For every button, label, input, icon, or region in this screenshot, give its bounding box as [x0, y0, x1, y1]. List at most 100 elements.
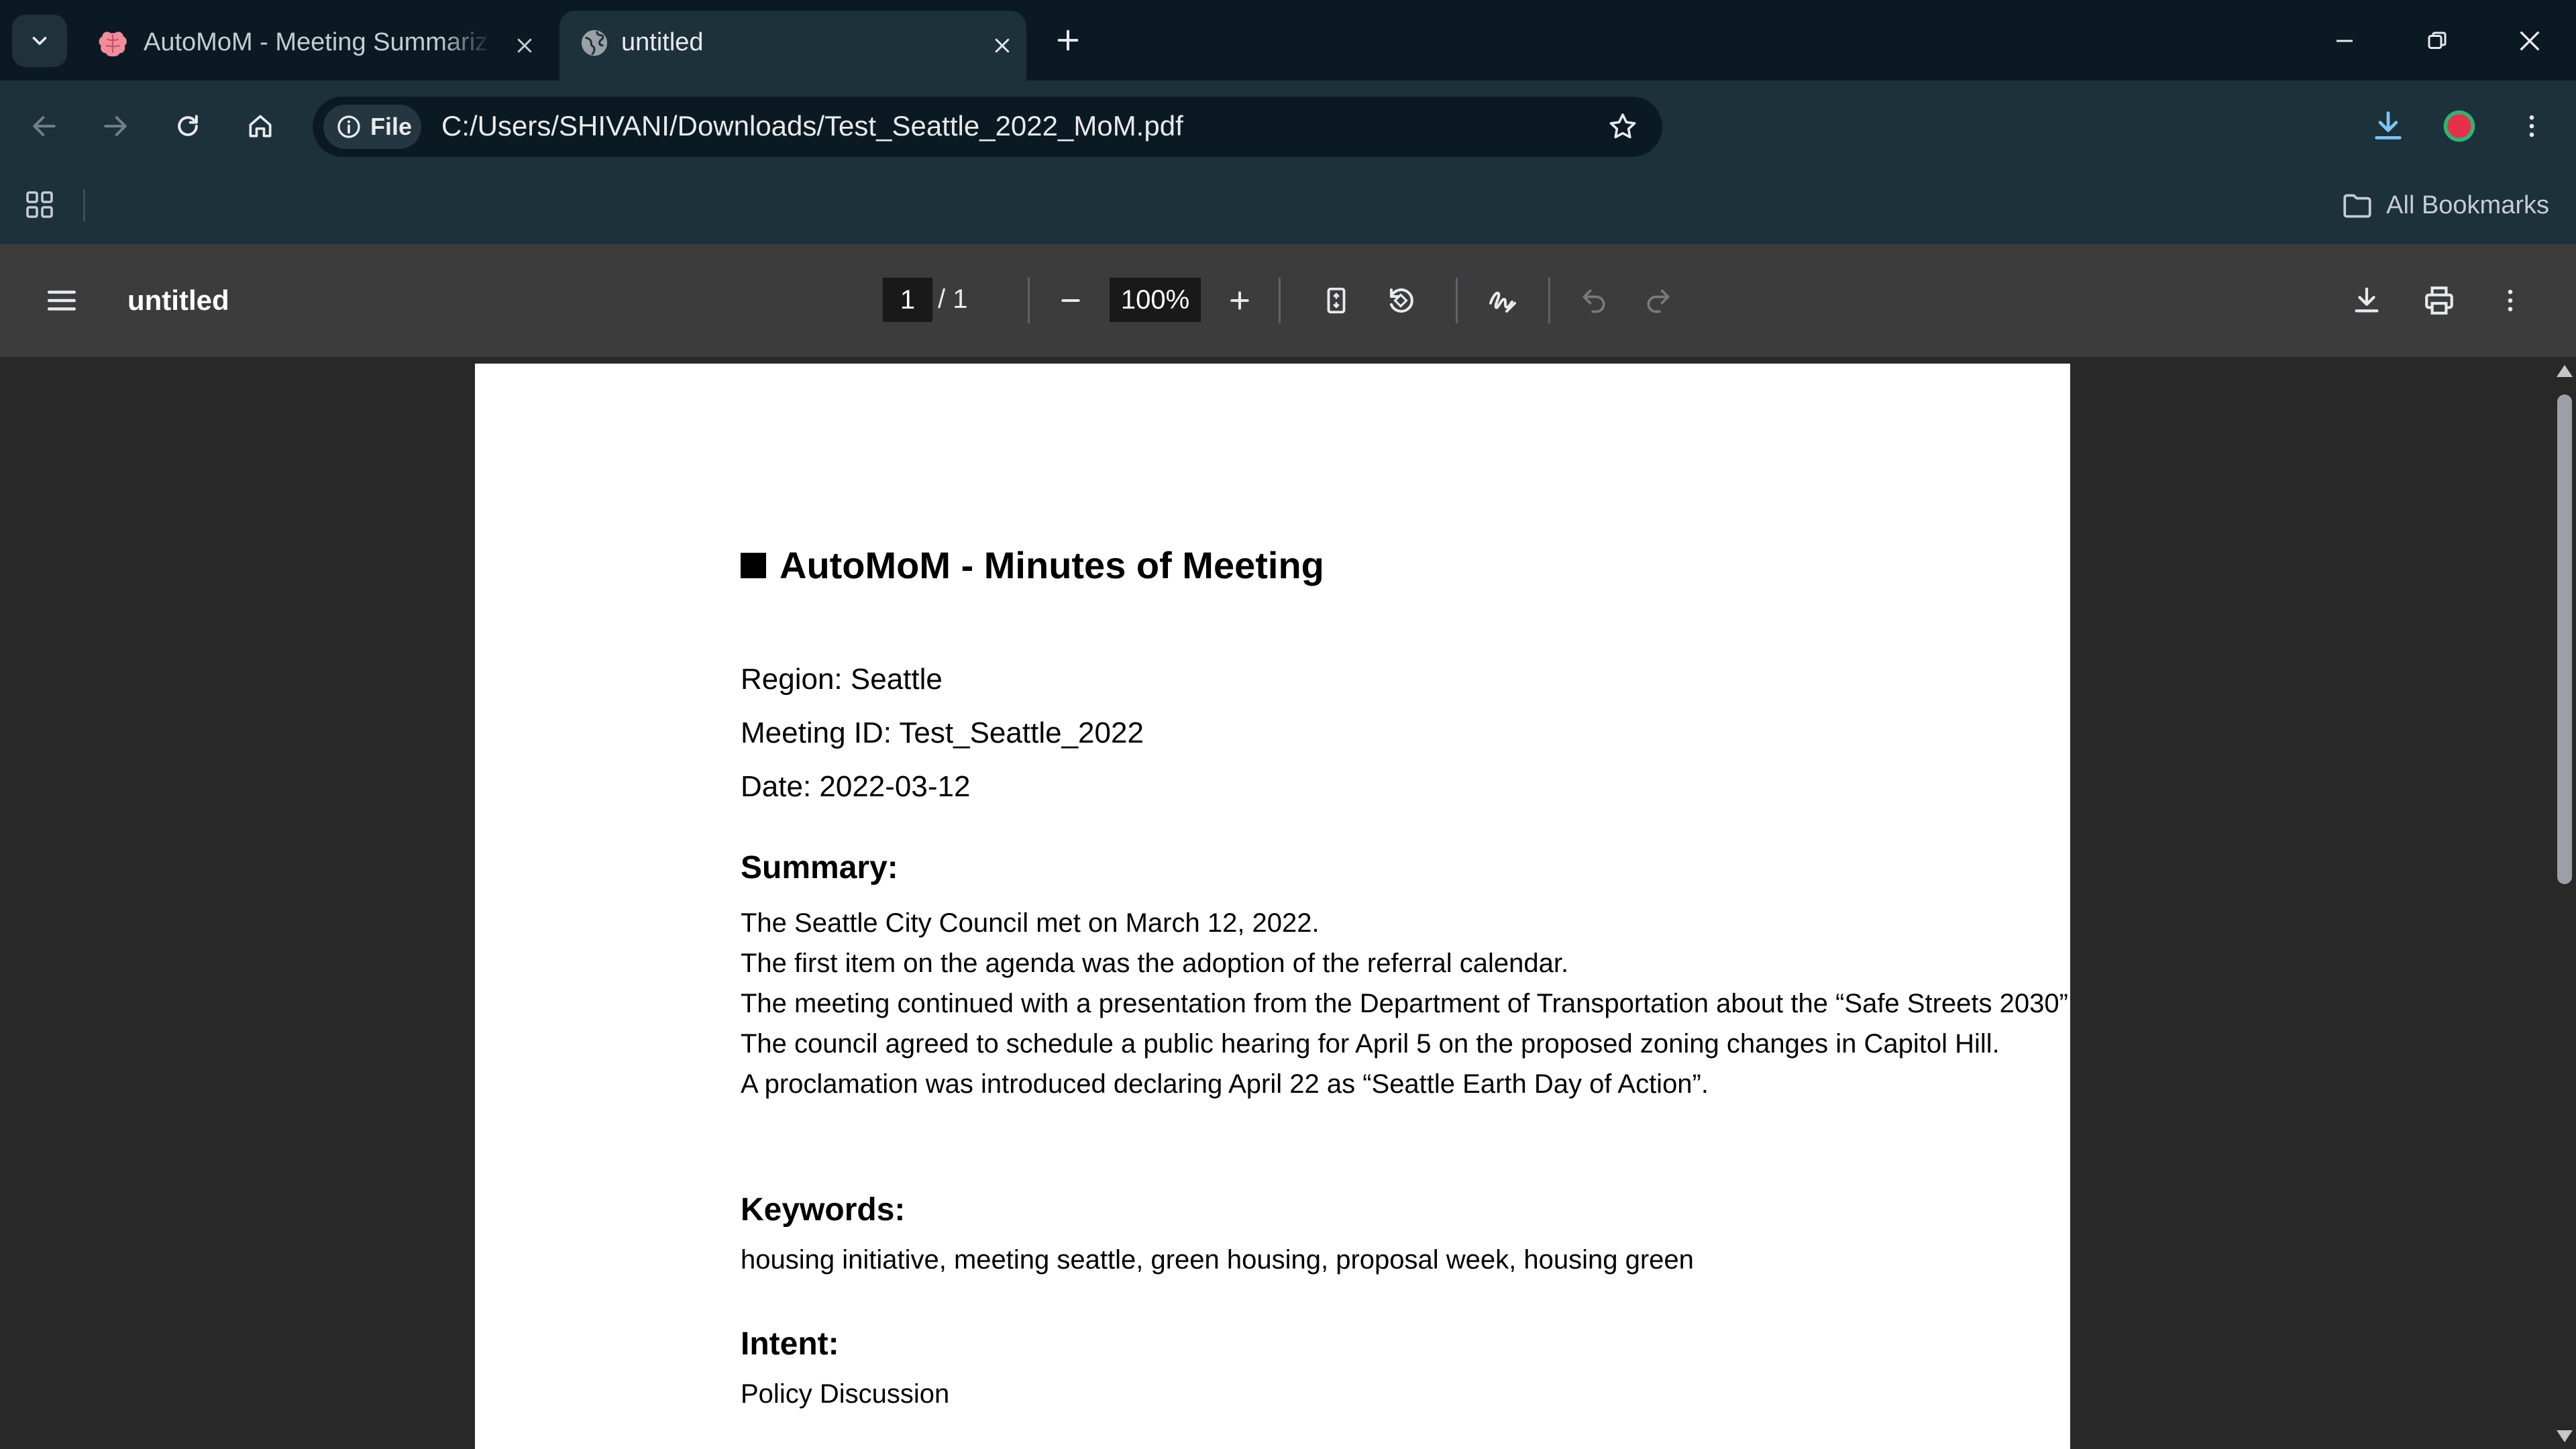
apps-button[interactable] — [20, 185, 59, 224]
tab-search-button[interactable] — [12, 15, 67, 67]
download-icon — [2355, 287, 2379, 313]
intent-text: Policy Discussion — [741, 1379, 950, 1409]
toolbar-divider — [1548, 278, 1550, 323]
forward-button[interactable] — [90, 101, 141, 152]
page-total: / 1 — [938, 284, 968, 314]
minimize-button[interactable] — [2314, 15, 2375, 67]
close-icon — [517, 38, 532, 53]
undo-button[interactable] — [1571, 278, 1617, 323]
all-bookmarks-label: All Bookmarks — [2386, 191, 2549, 219]
plus-icon — [1057, 30, 1079, 51]
zoom-in-button[interactable] — [1217, 278, 1263, 323]
tab-untitled[interactable]: untitled — [559, 11, 1026, 80]
tab-close-button[interactable] — [510, 31, 539, 60]
folder-icon — [2343, 194, 2371, 218]
summary-line: The first item on the agenda was the ado… — [741, 949, 1569, 978]
chevron-down-icon — [32, 36, 47, 46]
meeting-id-line: Meeting ID: Test_Seattle_2022 — [741, 716, 1144, 749]
rotate-button[interactable] — [1378, 278, 1424, 323]
tab-strip: AutoMoM - Meeting Summariz untitled — [0, 0, 2576, 80]
pdf-toolbar: untitled 1 / 1 100% — [0, 244, 2576, 357]
summary-line: The council agreed to schedule a public … — [741, 1029, 2000, 1059]
square-bullet-icon — [741, 552, 766, 578]
pdf-more-button[interactable] — [2487, 278, 2533, 323]
zoom-out-button[interactable] — [1048, 278, 1093, 323]
bookmark-star-button[interactable] — [1603, 107, 1642, 146]
close-window-button[interactable] — [2500, 15, 2560, 67]
toolbar-divider — [1456, 278, 1458, 323]
toolbar-divider — [1028, 278, 1030, 323]
site-info-chip[interactable]: File — [323, 105, 421, 149]
undo-icon — [1582, 289, 1605, 313]
close-icon — [2520, 31, 2540, 51]
summary-heading: Summary: — [741, 850, 898, 885]
minus-icon — [1061, 299, 1080, 302]
profile-avatar-icon — [2443, 110, 2475, 142]
brain-icon — [95, 25, 130, 60]
back-button[interactable] — [19, 101, 70, 152]
summary-line: The Seattle City Council met on March 12… — [741, 908, 1320, 938]
annotate-button[interactable] — [1480, 278, 1525, 323]
downloads-button[interactable] — [2363, 101, 2414, 152]
all-bookmarks-button[interactable]: All Bookmarks — [2341, 185, 2549, 225]
menu-icon — [47, 290, 76, 311]
summary-line: The meeting continued with a presentatio… — [741, 989, 2068, 1018]
new-tab-button[interactable] — [1048, 20, 1088, 60]
info-icon — [337, 115, 360, 138]
home-icon — [249, 115, 272, 138]
minimize-icon — [2337, 40, 2353, 42]
zoom-level-input[interactable]: 100% — [1110, 278, 1201, 322]
pdf-page: AutoMoM - Minutes of Meeting Region: Sea… — [475, 364, 2070, 1449]
keywords-text: housing initiative, meeting seattle, gre… — [741, 1245, 1694, 1275]
home-button[interactable] — [235, 101, 286, 152]
apps-grid-icon — [26, 191, 53, 218]
reload-button[interactable] — [162, 101, 213, 152]
redo-button[interactable] — [1635, 278, 1681, 323]
arrow-right-icon — [104, 116, 127, 136]
region-line: Region: Seattle — [741, 663, 943, 696]
pdf-download-button[interactable] — [2344, 278, 2390, 323]
scroll-down-arrow-icon[interactable] — [2557, 1430, 2573, 1442]
bookmarks-divider — [83, 189, 85, 221]
globe-icon — [577, 25, 612, 60]
download-icon — [2375, 111, 2402, 140]
restore-icon — [2428, 32, 2447, 49]
bookmarks-bar: All Bookmarks — [0, 172, 2576, 244]
reload-icon — [178, 115, 198, 136]
summary-line: A proclamation was introduced declaring … — [741, 1069, 1709, 1099]
pdf-sidebar-menu-button[interactable] — [40, 279, 83, 322]
arrow-left-icon — [33, 116, 56, 136]
star-icon — [1609, 113, 1636, 139]
close-icon — [995, 38, 1010, 53]
toolbar-divider — [1279, 278, 1281, 323]
site-info-label: File — [370, 113, 413, 140]
restore-button[interactable] — [2407, 15, 2467, 67]
address-bar[interactable]: File C:/Users/SHIVANI/Downloads/Test_Sea… — [313, 97, 1662, 157]
redo-icon — [1647, 289, 1670, 313]
print-button[interactable] — [2416, 278, 2462, 323]
url-text[interactable]: C:/Users/SHIVANI/Downloads/Test_Seattle_… — [441, 110, 1183, 142]
vertical-scrollbar[interactable] — [2553, 357, 2576, 1449]
printer-icon — [2425, 286, 2453, 315]
date-line: Date: 2022-03-12 — [741, 770, 971, 803]
document-title-text: AutoMoM - Minutes of Meeting — [780, 544, 1324, 586]
page-number-input[interactable]: 1 — [883, 278, 932, 322]
intent-heading: Intent: — [741, 1326, 839, 1362]
draw-signature-icon — [1489, 291, 1516, 313]
browser-menu-button[interactable] — [2506, 101, 2557, 152]
fit-to-page-button[interactable] — [1313, 278, 1359, 323]
scroll-up-arrow-icon[interactable] — [2557, 365, 2573, 377]
pdf-title: untitled — [127, 284, 229, 316]
fit-page-icon — [1327, 287, 1346, 314]
rotate-icon — [1390, 288, 1413, 313]
pdf-viewport: AutoMoM - Minutes of Meeting Region: Sea… — [0, 357, 2576, 1449]
more-vertical-icon — [2508, 289, 2513, 312]
tab-automom[interactable]: AutoMoM - Meeting Summariz — [86, 11, 549, 80]
profile-button[interactable] — [2434, 101, 2485, 152]
more-vertical-icon — [2529, 115, 2534, 138]
keywords-heading: Keywords: — [741, 1192, 906, 1228]
tab-close-button[interactable] — [987, 31, 1017, 60]
scrollbar-thumb[interactable] — [2557, 394, 2572, 884]
plus-icon — [1230, 291, 1249, 310]
tab-title: AutoMoM - Meeting Summariz — [144, 28, 488, 56]
